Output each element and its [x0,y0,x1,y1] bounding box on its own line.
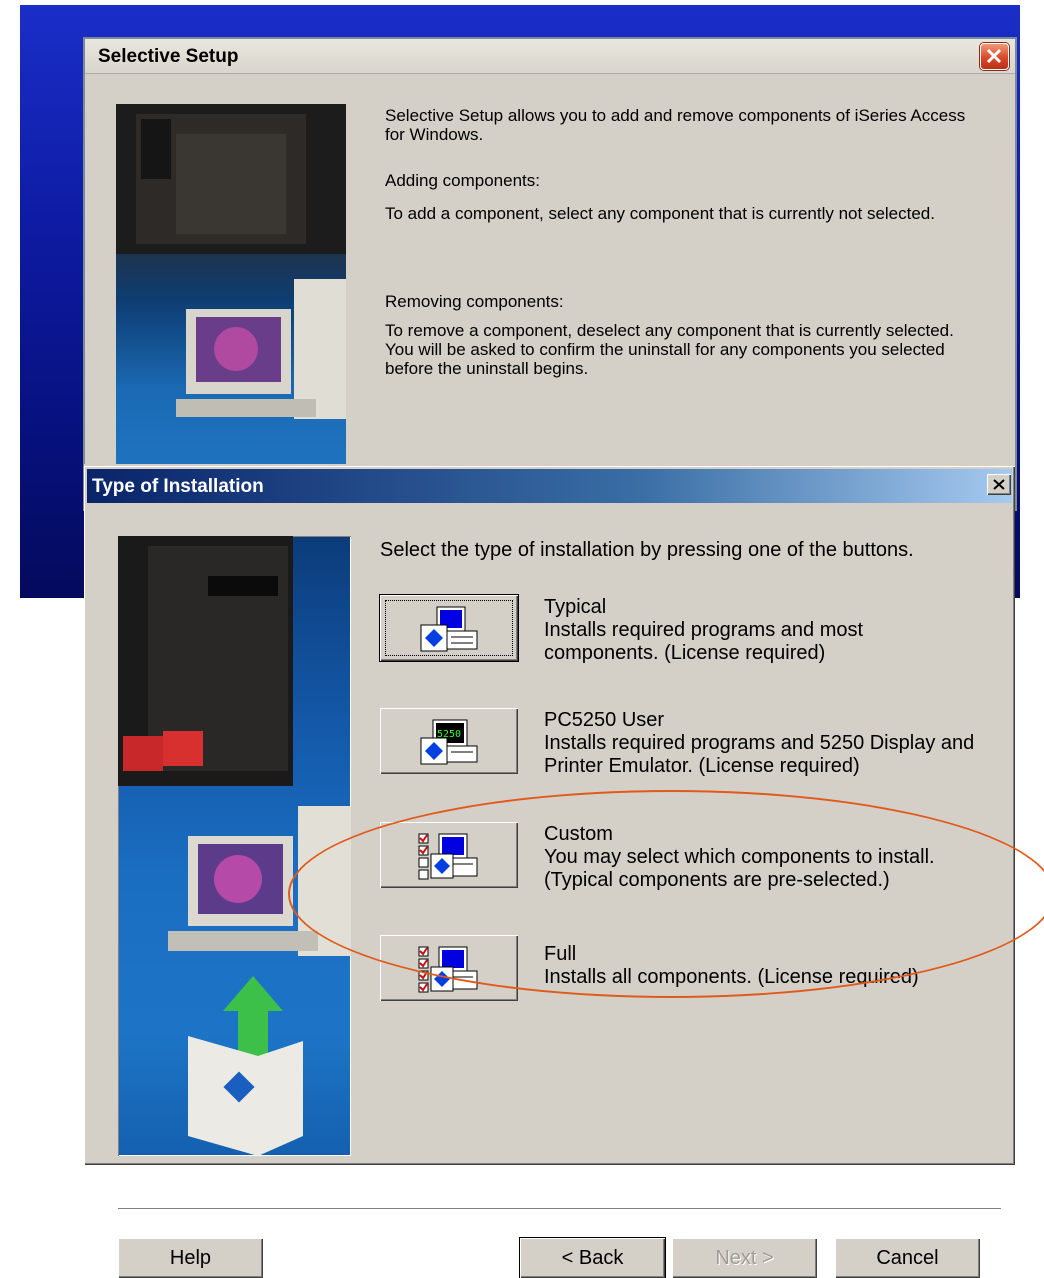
removing-components-heading: Removing components: [385,292,564,311]
selective-setup-title: Selective Setup [98,46,239,67]
type-of-installation-title: Type of Installation [92,476,264,497]
custom-install-icon [418,833,478,880]
pc5250-install-icon: 5250 [420,719,478,765]
custom-option-description: You may select which components to insta… [544,846,935,891]
server-computer-box-illustration [118,536,351,1156]
typical-option-name: Typical [544,596,607,618]
removing-components-text: To remove a component, deselect any comp… [385,321,954,378]
close-icon [993,479,1005,490]
typical-install-icon [420,606,478,652]
selective-setup-intro: Selective Setup allows you to add and re… [385,106,966,144]
install-side-illustration [118,536,351,1156]
full-option-name: Full [544,943,577,965]
setup-side-illustration [116,104,346,514]
cancel-button[interactable]: Cancel [835,1238,980,1278]
custom-option-name: Custom [544,823,613,845]
selective-setup-close-button[interactable] [980,43,1009,70]
type-of-installation-close-button[interactable] [987,474,1011,495]
next-button[interactable]: Next > [672,1238,817,1278]
selective-setup-body: Selective Setup allows you to add and re… [85,74,1015,514]
full-install-button[interactable] [380,935,518,1001]
pc5250-option-name: PC5250 User [544,709,665,731]
pc5250-option-description: Installs required programs and 5250 Disp… [544,732,975,777]
button-separator [118,1208,1001,1210]
type-of-installation-dialog: Type of Installation Select the type of … [84,464,1015,1278]
server-computer-illustration [116,104,346,514]
close-icon [986,48,1002,64]
adding-components-text: To add a component, select any component… [385,204,935,223]
typical-install-button[interactable] [380,595,518,661]
type-of-installation-titlebar: Type of Installation [87,469,1012,503]
custom-install-button[interactable] [380,822,518,888]
adding-components-heading: Adding components: [385,171,540,190]
selective-setup-titlebar: Selective Setup [85,39,1015,74]
selective-setup-dialog: Selective Setup Selective Setup allows y… [83,37,1017,514]
back-button[interactable]: < Back [520,1238,665,1278]
installation-intro: Select the type of installation by press… [380,539,914,561]
help-button[interactable]: Help [118,1238,263,1278]
pc5250-install-button[interactable]: 5250 [380,708,518,774]
typical-option-description: Installs required programs and most comp… [544,619,864,664]
full-option-description: Installs all components. (License requir… [544,966,919,988]
full-install-icon [418,946,478,993]
